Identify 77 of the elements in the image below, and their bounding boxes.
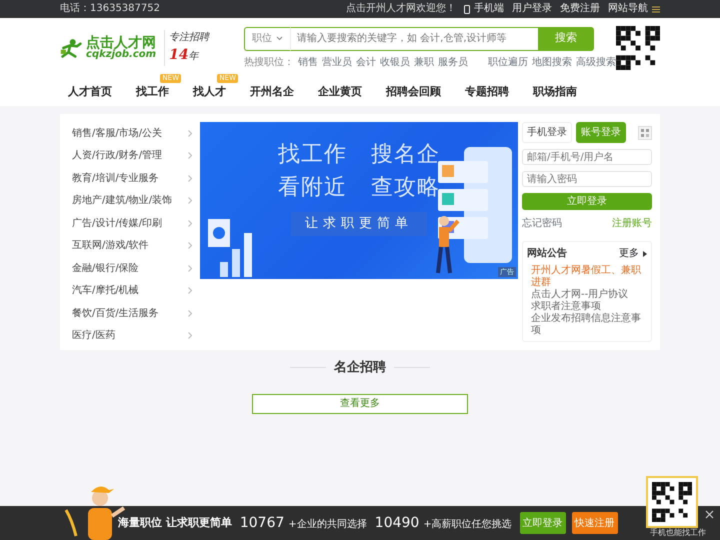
nav-link[interactable]: 企业黄页 <box>318 84 362 100</box>
qr-code-icon <box>652 482 692 522</box>
category-link[interactable]: 餐饮/百货/生活服务 <box>72 302 192 324</box>
qr-caption: 手机也能找工作 <box>650 527 706 539</box>
stat-caption: +企业的共同选择 <box>288 518 367 532</box>
nav-link[interactable]: 招聘会回顾 <box>386 84 441 100</box>
category-link[interactable]: 互联网/游戏/软件 <box>72 234 192 257</box>
more-link[interactable]: 更多 <box>619 246 647 261</box>
chevron-right-icon <box>188 130 192 137</box>
banner-headline: 找工作 <box>278 141 347 169</box>
banner-headline: 看附近 <box>278 174 347 202</box>
menu-icon <box>652 6 660 12</box>
chevron-right-icon <box>188 197 192 204</box>
stat-number: 10490 <box>374 514 420 532</box>
hot-search-link[interactable]: 会计 <box>356 54 376 70</box>
search-link[interactable]: 职位遍历 <box>488 54 528 70</box>
top-link[interactable]: 手机端 <box>464 0 504 18</box>
category-link[interactable]: 广告/设计/传媒/印刷 <box>72 212 192 234</box>
category-dropdown[interactable]: 职位 <box>244 26 290 50</box>
nav-link[interactable]: 找人才 <box>193 84 226 100</box>
category-link[interactable]: 房地产/建筑/物业/装饰 <box>72 190 192 212</box>
caret-icon <box>276 36 283 41</box>
top-link[interactable]: 网站导航 <box>608 0 660 18</box>
category-link[interactable]: 金融/银行/保险 <box>72 257 192 280</box>
search-link[interactable]: 地图搜索 <box>532 54 572 70</box>
view-more-button[interactable]: 查看更多 <box>252 394 468 414</box>
search-field[interactable]: 请输入要搜索的关键字，如 会计,仓管,设计师等 <box>290 26 538 50</box>
category-link[interactable]: 医疗/医药 <box>72 324 192 347</box>
person-illustration-drawing <box>434 215 460 275</box>
stat-caption: +高薪职位任您挑选 <box>423 518 512 532</box>
hot-search-label: 热搜职位： <box>244 56 294 70</box>
hot-search-link[interactable]: 营业员 <box>322 54 352 70</box>
phone-icon <box>464 4 470 14</box>
qr-code-icon <box>616 26 660 70</box>
banner-tagline: 让求职更简单 <box>291 212 427 236</box>
nav-link[interactable]: 开州名企 <box>250 84 294 100</box>
top-link[interactable]: 免费注册 <box>560 0 600 18</box>
qr-code-icon[interactable] <box>638 126 652 140</box>
nav-link[interactable]: 专题招聘 <box>465 84 509 100</box>
banner-headline: 搜名企 <box>371 141 440 169</box>
username-field[interactable]: 邮箱/手机号/用户名 <box>522 149 652 165</box>
chevron-right-icon <box>188 174 192 182</box>
triangle-icon <box>643 250 647 256</box>
stat-number: 10767 <box>240 514 284 532</box>
banner-headline: 查攻略 <box>371 174 440 202</box>
notice-link[interactable]: 企业发布招聘信息注意事项 <box>531 313 647 337</box>
forgot-password-link[interactable]: 忘记密码 <box>522 216 562 231</box>
chevron-right-icon <box>188 242 192 250</box>
top-link[interactable]: 用户登录 <box>512 0 552 18</box>
chevron-right-icon <box>188 310 192 317</box>
notice-link[interactable]: 求职者注意事项 <box>531 301 647 313</box>
notice-title: 网站公告 <box>527 246 567 261</box>
chevron-right-icon <box>188 332 192 340</box>
category-link[interactable]: 教育/培训/专业服务 <box>72 167 192 190</box>
chevron-right-icon <box>188 264 192 272</box>
close-icon[interactable] <box>705 510 714 519</box>
promo-headline: 海量职位 让求职更简单 <box>118 514 232 531</box>
hot-search-link[interactable]: 收银员 <box>380 54 410 70</box>
section-title: 名企招聘 <box>334 359 386 377</box>
hot-search-link[interactable]: 兼职 <box>414 54 434 70</box>
nav-link[interactable]: 人才首页 <box>68 84 112 100</box>
hot-search-link[interactable]: 服务员 <box>438 54 468 70</box>
chevron-right-icon <box>188 152 192 160</box>
login-tab[interactable]: 手机登录 <box>522 122 572 143</box>
nav-link[interactable]: 职场指南 <box>533 84 577 100</box>
search-link[interactable]: 高级搜索 <box>576 54 616 70</box>
chevron-right-icon <box>188 287 192 294</box>
chevron-right-icon <box>188 220 192 227</box>
phone-number: 电话：13635387752 <box>60 2 160 16</box>
hot-search-link[interactable]: 销售 <box>298 54 318 70</box>
category-link[interactable]: 人资/行政/财务/管理 <box>72 144 192 167</box>
category-link[interactable]: 汽车/摩托/机械 <box>72 280 192 302</box>
nav-link[interactable]: 找工作 <box>136 84 169 100</box>
category-link[interactable]: 销售/客服/市场/公关 <box>72 122 192 144</box>
notice-link[interactable]: 点击人才网--用户协议 <box>531 289 647 301</box>
welcome-text: 点击开州人才网欢迎您！ <box>346 2 456 16</box>
password-field[interactable]: 请输入密码 <box>522 171 652 187</box>
